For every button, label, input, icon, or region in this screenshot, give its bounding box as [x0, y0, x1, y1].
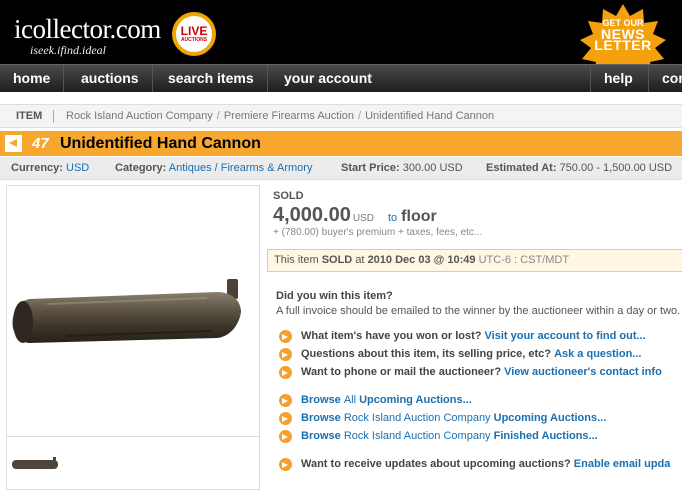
- sold-status-label: SOLD: [273, 190, 304, 202]
- breadcrumb-link-auction[interactable]: Premiere Firearms Auction: [224, 110, 354, 122]
- hand-cannon-image[interactable]: [7, 186, 259, 436]
- price-currency: USD: [352, 213, 374, 224]
- arrow-left-icon: [9, 139, 17, 147]
- currency-info: Currency: USD: [11, 162, 90, 174]
- arrow-right-icon: [279, 458, 292, 471]
- win-question: Did you win this item?: [276, 290, 393, 302]
- thumbnail-image[interactable]: [11, 457, 59, 471]
- main-nav: home auctions search items your account …: [0, 64, 682, 92]
- browse-company-upcoming-link[interactable]: Browse Rock Island Auction Company Upcom…: [301, 412, 606, 424]
- lot-title-bar: 47 Unidentified Hand Cannon: [0, 131, 682, 156]
- visit-account-link[interactable]: Visit your account to find out...: [485, 330, 646, 342]
- arrow-right-icon: [279, 430, 292, 443]
- nav-contact[interactable]: cor: [648, 65, 682, 92]
- ask-question-link[interactable]: Ask a question...: [554, 348, 641, 360]
- breadcrumb-link-company[interactable]: Rock Island Auction Company: [66, 110, 213, 122]
- estimate-info: Estimated At: 750.00 - 1,500.00 USD: [486, 162, 673, 174]
- start-price-info: Start Price: 300.00 USD: [341, 162, 463, 174]
- category-info: Category: Antiques / Firearms & Armory: [115, 162, 313, 174]
- nav-your-account[interactable]: your account: [271, 65, 385, 92]
- lot-number: 47: [32, 135, 49, 152]
- site-tagline: iseek.ifind.ideal: [30, 43, 106, 57]
- nav-search-items[interactable]: search items: [155, 65, 268, 92]
- breadcrumb-label: ITEM: [16, 110, 43, 122]
- category-link[interactable]: Antiques / Firearms & Armory: [169, 162, 313, 174]
- browse-all-upcoming-link[interactable]: Browse All Upcoming Auctions...: [301, 394, 472, 406]
- lot-title: Unidentified Hand Cannon: [60, 135, 261, 152]
- nav-home[interactable]: home: [0, 65, 65, 92]
- win-answer: A full invoice should be emailed to the …: [276, 305, 681, 317]
- enable-email-updates-link[interactable]: Enable email upda: [574, 458, 671, 470]
- item-image-panel: [6, 185, 260, 490]
- currency-link[interactable]: USD: [66, 162, 89, 174]
- auctioneer-contact-link[interactable]: View auctioneer's contact info: [504, 366, 662, 378]
- breadcrumb-path: Rock Island Auction Company / Premiere Fir…: [66, 110, 495, 122]
- site-header: icollector.com iseek.ifind.ideal LIVE AU…: [0, 0, 682, 64]
- lot-info-bar: Currency: USD Category: Antiques / Firea…: [0, 157, 682, 180]
- sold-notice-box: This item SOLD at 2010 Dec 03 @ 10:49 UT…: [267, 249, 682, 272]
- start-price-value: 300.00 USD: [402, 162, 463, 174]
- estimate-value: 750.00 - 1,500.00 USD: [559, 162, 673, 174]
- thumbnail-strip: [7, 436, 259, 489]
- browse-company-finished-link[interactable]: Browse Rock Island Auction Company Finis…: [301, 430, 598, 442]
- back-button[interactable]: [5, 135, 22, 152]
- site-logo[interactable]: icollector.com: [14, 14, 161, 45]
- nav-help[interactable]: help: [590, 65, 646, 92]
- arrow-right-icon: [279, 412, 292, 425]
- buyer-premium-note: + (780.00) buyer's premium + taxes, fees…: [273, 227, 483, 238]
- newsletter-signup-link[interactable]: GET OUR NEWS LETTER: [582, 18, 664, 52]
- breadcrumb-divider: [53, 110, 54, 123]
- sold-timezone: UTC-6 : CST/MDT: [478, 254, 570, 266]
- live-badge-text: LIVE: [180, 23, 208, 38]
- nav-auctions[interactable]: auctions: [68, 65, 153, 92]
- breadcrumb: ITEM Rock Island Auction Company / Premier…: [0, 104, 682, 128]
- arrow-right-icon: [279, 348, 292, 361]
- arrow-right-icon: [279, 330, 292, 343]
- sold-price: 4,000.00 USD to floor: [273, 204, 437, 227]
- arrow-right-icon: [279, 366, 292, 379]
- live-auctions-badge[interactable]: LIVE AUCTIONS: [172, 12, 216, 56]
- price-amount: 4,000.00: [273, 204, 351, 226]
- price-to: to: [387, 212, 398, 224]
- buyer-name: floor: [401, 208, 437, 225]
- sold-datetime: 2010 Dec 03 @ 10:49: [367, 254, 476, 266]
- breadcrumb-current: Unidentified Hand Cannon: [365, 110, 495, 122]
- arrow-right-icon: [279, 394, 292, 407]
- live-badge-subtext: AUCTIONS: [180, 36, 208, 43]
